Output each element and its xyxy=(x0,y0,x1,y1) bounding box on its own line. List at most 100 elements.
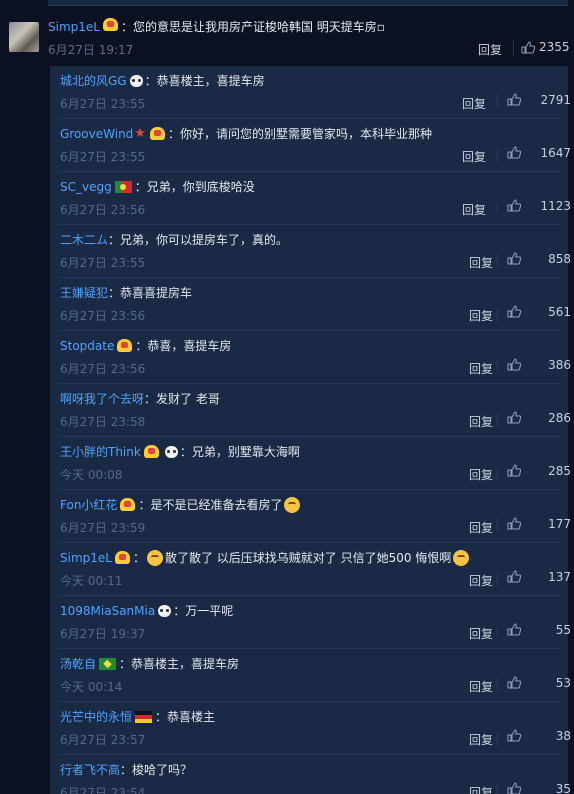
reply-item: GrooveWind ★ ：你好，请问您的别墅需要管家吗，本科毕业那种 6月27日 2… xyxy=(50,119,571,172)
reply-username[interactable]: 啊呀我了个去呀 xyxy=(60,390,144,407)
reply-line: 汤乾自 ：恭喜楼主，喜提车房 xyxy=(60,655,239,672)
reply-text: ： xyxy=(132,551,145,565)
like-button[interactable]: 55 xyxy=(507,623,571,637)
like-button[interactable]: 137 xyxy=(507,570,571,584)
main-comment-reply-button[interactable]: 回复 xyxy=(478,41,502,58)
reply-time: 6月27日 23:57 xyxy=(60,733,146,747)
like-button[interactable]: 858 xyxy=(507,252,571,266)
like-button[interactable]: 35 xyxy=(507,782,571,794)
reply-button[interactable]: 回复 xyxy=(462,148,486,165)
reply-button[interactable]: 回复 xyxy=(469,731,493,748)
main-comment-like-button[interactable]: 2355 xyxy=(521,40,570,54)
reply-time: 今天 00:14 xyxy=(60,680,123,694)
like-count: 858 xyxy=(548,251,571,266)
reply-text: ：恭喜楼主，喜提车房 xyxy=(119,657,240,671)
thumbs-up-icon xyxy=(507,676,521,689)
reply-button[interactable]: 回复 xyxy=(469,572,493,589)
reply-time: 6月27日 23:56 xyxy=(60,309,146,323)
reply-text: ：恭喜楼主，喜提车房 xyxy=(144,74,265,88)
thumbs-up-icon xyxy=(507,517,521,530)
reply-item: SC_vegg ：兄弟，你到底梭哈没 6月27日 23:56 回复 1123 xyxy=(50,172,571,225)
main-comment: Simp1eL ：您的意思是让我用房产证梭哈韩国 明天提车房▫ 6月27日 19:… xyxy=(0,14,574,62)
reply-text: ：万一平呢 xyxy=(173,604,234,618)
reply-username[interactable]: Stopdate xyxy=(60,339,114,353)
reply-text: ：兄弟，别墅靠大海啊 xyxy=(179,445,300,459)
like-button[interactable]: 177 xyxy=(507,517,571,531)
divider xyxy=(497,466,498,480)
reply-item: Stopdate ：恭喜，喜提车房 6月27日 23:56 回复 386 xyxy=(50,331,571,384)
reply-text: ：恭喜楼主 xyxy=(155,710,216,724)
reply-button[interactable]: 回复 xyxy=(469,784,493,794)
emoji-icon xyxy=(146,549,163,566)
thumbs-up-icon xyxy=(507,199,521,212)
avatar[interactable] xyxy=(9,22,39,52)
reply-line: Simp1eL ： 散了散了 以后压球找乌贼就对了 只信了她500 悔恨啊 xyxy=(60,549,471,566)
thumbs-up-icon xyxy=(507,93,521,106)
reply-button[interactable]: 回复 xyxy=(469,307,493,324)
like-button[interactable]: 1647 xyxy=(507,146,571,160)
reply-text: ：恭喜，喜提车房 xyxy=(135,339,232,353)
reply-line: 城北的风GG ：恭喜楼主，喜提车房 xyxy=(60,72,265,89)
reply-username[interactable]: 1098MiaSanMia xyxy=(60,604,155,618)
reply-username[interactable]: 二木二ム xyxy=(60,231,108,248)
reply-line: 二木二ム ：兄弟，你可以提房车了，真的。 xyxy=(60,231,288,248)
main-comment-time: 6月27日 19:17 xyxy=(48,43,134,57)
like-button[interactable]: 53 xyxy=(507,676,571,690)
like-button[interactable]: 2791 xyxy=(507,93,571,107)
like-button[interactable]: 1123 xyxy=(507,199,571,213)
divider xyxy=(497,95,498,109)
reply-line: Stopdate ：恭喜，喜提车房 xyxy=(60,337,231,354)
divider xyxy=(497,254,498,268)
like-count: 35 xyxy=(555,781,571,794)
reply-username[interactable]: SC_vegg xyxy=(60,180,112,194)
reply-button[interactable]: 回复 xyxy=(469,519,493,536)
reply-text: ：兄弟，你可以提房车了，真的。 xyxy=(108,233,289,247)
reply-username[interactable]: Fon小红花 xyxy=(60,496,117,513)
thumbs-up-icon xyxy=(507,252,521,265)
reply-time: 6月27日 19:37 xyxy=(60,627,146,641)
reply-line: 光芒中的永恒 ：恭喜楼主 xyxy=(60,708,215,725)
reply-username[interactable]: 王嫌疑犯 xyxy=(60,284,108,301)
reply-username[interactable]: 汤乾自 xyxy=(60,655,96,672)
divider xyxy=(497,625,498,639)
reply-item: 1098MiaSanMia ：万一平呢 6月27日 19:37 回复 55 xyxy=(50,596,571,649)
reply-button[interactable]: 回复 xyxy=(469,360,493,377)
like-button[interactable]: 285 xyxy=(507,464,571,478)
reply-button[interactable]: 回复 xyxy=(469,413,493,430)
vip-badge-icon xyxy=(102,18,118,31)
like-button[interactable]: 386 xyxy=(507,358,571,372)
like-button[interactable]: 38 xyxy=(507,729,571,743)
reply-button[interactable]: 回复 xyxy=(469,254,493,271)
reply-username[interactable]: GrooveWind xyxy=(60,127,133,141)
reply-username[interactable]: 王小胖的Think xyxy=(60,443,141,460)
reply-username[interactable]: Simp1eL xyxy=(60,551,112,565)
reply-username[interactable]: 光芒中的永恒 xyxy=(60,708,132,725)
reply-text: ：发财了 老哥 xyxy=(144,392,220,406)
reply-time: 6月27日 23:54 xyxy=(60,786,146,794)
reply-line: Fon小红花 ：是不是已经准备去看房了 xyxy=(60,496,302,513)
reply-button[interactable]: 回复 xyxy=(462,201,486,218)
reply-button[interactable]: 回复 xyxy=(462,95,486,112)
reply-item: 汤乾自 ：恭喜楼主，喜提车房今天 00:14 回复 53 xyxy=(50,649,571,702)
comment-thread: Simp1eL ：您的意思是让我用房产证梭哈韩国 明天提车房▫ 6月27日 19:… xyxy=(0,0,574,794)
divider xyxy=(497,519,498,533)
reply-button[interactable]: 回复 xyxy=(469,625,493,642)
flag-br-icon xyxy=(99,657,117,670)
reply-button[interactable]: 回复 xyxy=(469,466,493,483)
reply-item: Simp1eL ： 散了散了 以后压球找乌贼就对了 只信了她500 悔恨啊 今天 00… xyxy=(50,543,571,596)
reply-username[interactable]: 城北的风GG xyxy=(60,72,127,89)
reply-item: 行者飞不高 ：梭哈了吗？ 6月27日 23:54 回复 35 xyxy=(50,755,571,794)
reply-time: 今天 00:11 xyxy=(60,574,123,588)
reply-username[interactable]: 行者飞不高 xyxy=(60,761,120,778)
like-button[interactable]: 561 xyxy=(507,305,571,319)
divider xyxy=(497,360,498,374)
like-button[interactable]: 286 xyxy=(507,411,571,425)
reply-text: ：你好，请问您的别墅需要管家吗，本科毕业那种 xyxy=(167,127,432,141)
reply-text: ：兄弟，你到底梭哈没 xyxy=(134,180,255,194)
main-comment-username[interactable]: Simp1eL xyxy=(48,20,100,34)
like-count: 38 xyxy=(555,728,571,743)
reply-time: 6月27日 23:59 xyxy=(60,521,146,535)
reply-button[interactable]: 回复 xyxy=(469,678,493,695)
top-scroll-edge xyxy=(48,0,568,6)
like-count: 561 xyxy=(548,304,571,319)
